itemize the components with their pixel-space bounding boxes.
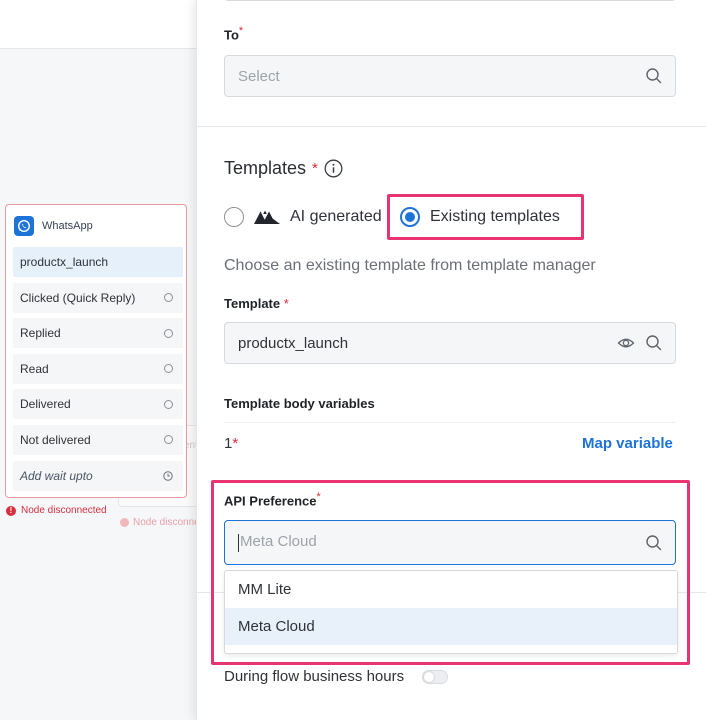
node-title: WhatsApp [42, 220, 93, 232]
node-header: WhatsApp [6, 205, 186, 238]
node-outputs: productx_launch Clicked (Quick Reply) Re… [13, 247, 183, 496]
required-mark: * [312, 160, 318, 177]
node-output-replied[interactable]: Replied [13, 318, 183, 349]
required-mark: * [232, 435, 239, 452]
connector-handle-icon[interactable] [164, 399, 173, 409]
node-status: ! Node disconnected [6, 505, 107, 516]
node-item-label: Add wait upto [20, 468, 93, 483]
whatsapp-icon [14, 216, 34, 236]
node-output-read[interactable]: Read [13, 353, 183, 384]
node-item-label: Not delivered [20, 432, 91, 447]
to-select[interactable]: Select [224, 55, 676, 97]
template-select[interactable]: productx_launch [224, 322, 676, 364]
clock-icon [163, 470, 173, 481]
search-icon[interactable] [645, 334, 663, 352]
templates-helper-text: Choose an existing template from templat… [224, 257, 596, 274]
to-label: To* [224, 25, 243, 42]
eye-icon[interactable] [617, 334, 635, 352]
body-variables-divider [224, 422, 676, 423]
background-node-status: Node disconne [120, 517, 200, 528]
template-actions [617, 334, 663, 352]
error-dot-icon [120, 518, 129, 527]
business-hours-label: During flow business hours [224, 668, 405, 685]
business-hours-toggle[interactable] [422, 669, 449, 684]
node-item-label: productx_launch [20, 255, 109, 269]
error-icon: ! [6, 505, 16, 516]
whatsapp-node[interactable]: WhatsApp productx_launch Clicked (Quick … [5, 204, 187, 498]
radio-ai-generated[interactable]: AI generated [224, 207, 382, 227]
node-item-label: Replied [20, 326, 61, 341]
radio-label: AI generated [290, 208, 382, 225]
connector-handle-icon[interactable] [164, 364, 173, 374]
connector-handle-icon[interactable] [164, 435, 173, 445]
previous-field-edge [224, 0, 676, 1]
required-mark: * [238, 25, 244, 37]
template-label-text: Template [224, 296, 281, 311]
radio-button[interactable] [224, 207, 244, 227]
required-mark: * [283, 296, 289, 311]
node-output-clicked[interactable]: Clicked (Quick Reply) [13, 282, 183, 313]
business-hours-row: During flow business hours [224, 668, 449, 685]
section-divider [197, 126, 706, 127]
map-variable-link[interactable]: Map variable [582, 435, 673, 452]
node-output-not-delivered[interactable]: Not delivered [13, 424, 183, 455]
node-add-wait[interactable]: Add wait upto [13, 460, 183, 491]
node-item-label: Delivered [20, 397, 71, 412]
connector-handle-icon[interactable] [164, 328, 173, 338]
connector-handle-icon[interactable] [164, 293, 173, 303]
node-item-label: Read [20, 361, 49, 376]
templates-title: Templates * [224, 158, 343, 179]
body-variables-label: Template body variables [224, 396, 375, 411]
background-node-status-text: Node disconne [133, 517, 200, 528]
template-value: productx_launch [238, 334, 349, 352]
node-item-label: Clicked (Quick Reply) [20, 290, 136, 305]
search-icon[interactable] [645, 67, 663, 85]
template-label: Template * [224, 296, 289, 311]
to-select-placeholder: Select [238, 67, 280, 85]
info-icon[interactable] [324, 159, 343, 178]
config-panel: To* Select Templates * AI generated Exis… [196, 0, 706, 720]
to-label-text: To [224, 27, 239, 43]
ai-logo-icon [254, 210, 280, 224]
templates-title-text: Templates [224, 158, 307, 178]
highlight-box-api-preference [211, 480, 690, 665]
node-template-item[interactable]: productx_launch [13, 247, 183, 277]
highlight-box-existing-templates [387, 194, 584, 240]
variable-number: 1* [224, 435, 238, 452]
node-status-text: Node disconnected [21, 505, 107, 516]
node-output-delivered[interactable]: Delivered [13, 389, 183, 420]
